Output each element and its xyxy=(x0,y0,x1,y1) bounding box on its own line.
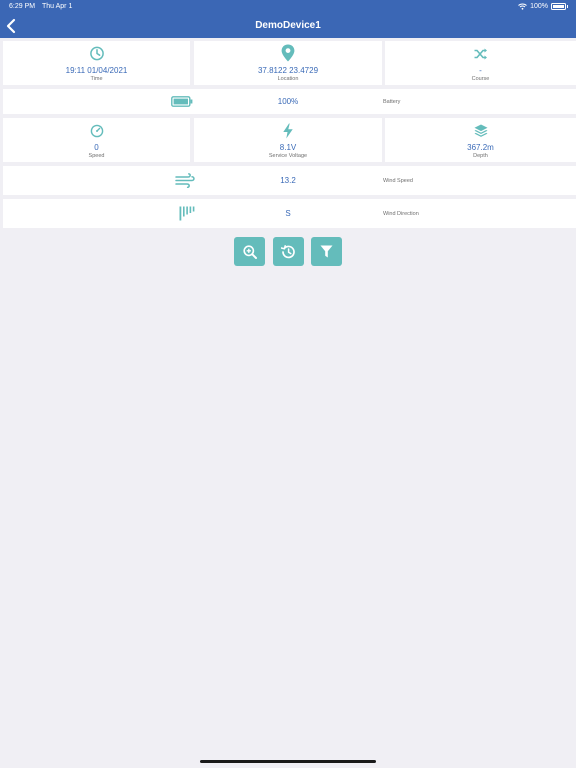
shuffle-icon xyxy=(474,48,487,60)
location-card: 37.8122 23.4729 Location xyxy=(194,41,382,85)
navigation-bar: 6:29 PM Thu Apr 1 100% DemoDevice1 xyxy=(0,0,576,38)
speedometer-icon xyxy=(90,124,103,138)
wind-direction-label: Wind Direction xyxy=(383,211,419,217)
layers-icon xyxy=(474,124,487,137)
status-date: Thu Apr 1 xyxy=(42,3,73,10)
depth-value: 367.2m xyxy=(467,143,494,152)
zoom-in-icon xyxy=(242,244,257,259)
status-time: 6:29 PM xyxy=(9,3,36,10)
wind-speed-label: Wind Speed xyxy=(383,178,413,184)
status-right: 100% xyxy=(518,3,568,10)
wind-direction-icon xyxy=(179,206,195,221)
depth-card: 367.2m Depth xyxy=(385,118,576,162)
voltage-label: Service Voltage xyxy=(268,153,308,159)
wind-direction-row: S Wind Direction xyxy=(3,199,576,228)
speed-card: 0 Speed xyxy=(3,118,190,162)
bolt-icon xyxy=(283,123,293,139)
history-button[interactable] xyxy=(273,237,304,266)
speed-label: Speed xyxy=(88,153,105,159)
time-card: 19:11 01/04/2021 Time xyxy=(3,41,190,85)
course-card: - Course xyxy=(385,41,576,85)
filter-button[interactable] xyxy=(311,237,342,266)
status-battery-tip xyxy=(567,5,568,8)
status-battery-icon xyxy=(551,3,566,10)
wind-icon xyxy=(175,173,195,188)
history-icon xyxy=(281,244,295,258)
speed-value: 0 xyxy=(94,143,99,152)
depth-label: Depth xyxy=(473,153,488,159)
location-label: Location xyxy=(277,76,299,82)
map-pin-icon xyxy=(281,44,295,62)
filter-icon xyxy=(320,245,333,258)
page-title: DemoDevice1 xyxy=(255,20,321,31)
wind-direction-value: S xyxy=(285,209,291,218)
location-value: 37.8122 23.4729 xyxy=(257,66,319,75)
clock-icon xyxy=(89,46,104,61)
wind-speed-row: 13.2 Wind Speed xyxy=(3,166,576,195)
home-indicator[interactable] xyxy=(200,760,376,763)
battery-row: 100% Battery xyxy=(3,89,576,114)
voltage-card: 8.1V Service Voltage xyxy=(194,118,382,162)
wind-speed-value: 13.2 xyxy=(280,176,296,185)
wifi-icon xyxy=(518,3,527,10)
voltage-value: 8.1V xyxy=(279,143,297,152)
zoom-button[interactable] xyxy=(234,237,265,266)
course-label: Course xyxy=(471,76,490,82)
battery-value: 100% xyxy=(277,97,299,106)
status-battery-text: 100% xyxy=(530,3,548,10)
time-label: Time xyxy=(90,76,103,82)
battery-icon xyxy=(171,96,193,107)
time-value: 19:11 01/04/2021 xyxy=(65,66,128,75)
battery-label: Battery xyxy=(383,99,401,105)
course-value: - xyxy=(479,66,482,75)
